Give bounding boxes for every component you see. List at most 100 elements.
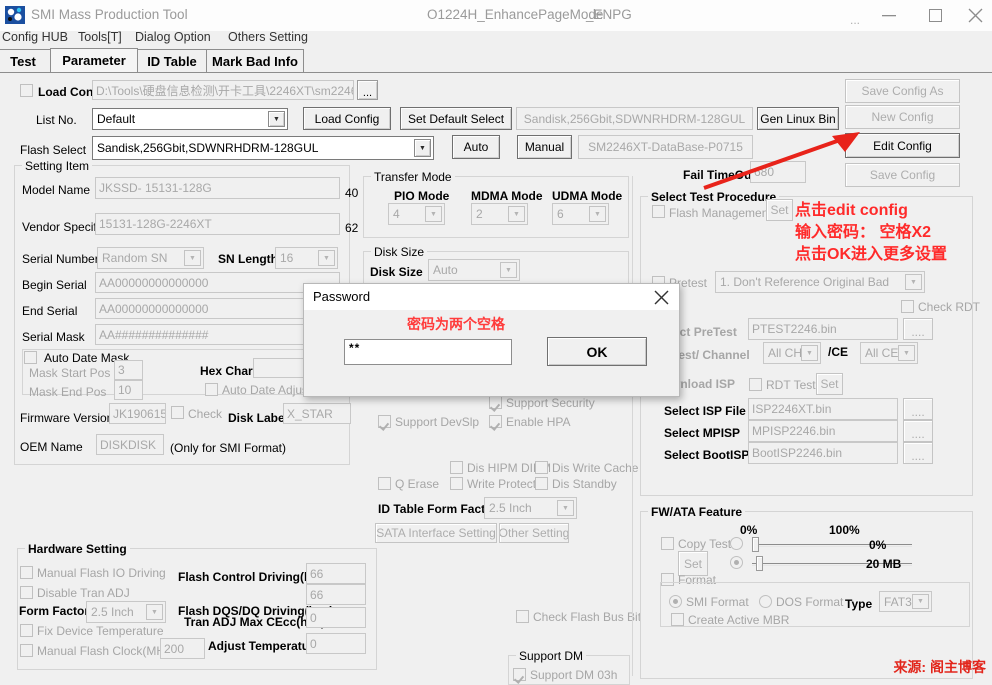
dis-hipm-dipm-checkbox[interactable] — [450, 461, 463, 474]
set-default-select-button[interactable]: Set Default Select — [400, 107, 512, 130]
tran-adj-max-cecc-field[interactable]: 0 — [306, 607, 366, 628]
tab-id-table[interactable]: ID Table — [137, 49, 207, 72]
oem-name-field[interactable]: DISKDISK — [96, 434, 164, 455]
chevron-down-icon[interactable]: ▼ — [801, 345, 818, 361]
disable-tran-adj-checkbox[interactable] — [20, 586, 33, 599]
percent-slider-thumb[interactable] — [752, 537, 759, 552]
copy-test-checkbox[interactable] — [661, 537, 674, 550]
support-security-checkbox[interactable] — [489, 396, 502, 409]
write-protect-checkbox[interactable] — [450, 477, 463, 490]
password-dialog-close-icon[interactable] — [643, 284, 679, 310]
other-setting-button[interactable]: Other Setting — [499, 523, 569, 543]
dos-format-radio[interactable] — [759, 595, 772, 608]
q-erase-checkbox[interactable] — [378, 477, 391, 490]
smi-format-radio[interactable] — [669, 595, 682, 608]
pio-mode-select[interactable]: 4 ▼ — [388, 203, 445, 225]
menu-item-config-hub[interactable]: Config HUB — [2, 30, 68, 44]
select-bootisp-field[interactable]: BootISP2246.bin — [748, 442, 898, 464]
check-rdt-checkbox[interactable] — [901, 300, 914, 313]
support-devslp-checkbox[interactable] — [378, 415, 391, 428]
firmware-check-checkbox[interactable] — [171, 406, 184, 419]
manual-flash-io-driving-checkbox[interactable] — [20, 566, 33, 579]
chevron-down-icon[interactable]: ▼ — [146, 604, 163, 620]
support-dm-03h-checkbox[interactable] — [513, 668, 526, 681]
browse-config-button[interactable]: ... — [357, 80, 378, 100]
select-mpisp-browse-button[interactable]: .... — [903, 420, 933, 442]
menu-item-others-setting[interactable]: Others Setting — [228, 30, 308, 44]
maximize-button[interactable] — [912, 0, 958, 31]
manual-flash-clock-checkbox[interactable] — [20, 644, 33, 657]
check-flash-bus-bit-checkbox[interactable] — [516, 610, 529, 623]
list-no-select[interactable]: Default ▼ — [92, 108, 288, 130]
udma-mode-select[interactable]: 6 ▼ — [552, 203, 609, 225]
sata-interface-setting-button[interactable]: SATA Interface Setting — [375, 523, 497, 543]
select-pretest-browse-button[interactable]: .... — [903, 318, 933, 340]
rdt-test-checkbox[interactable] — [749, 378, 762, 391]
flash-management-checkbox[interactable] — [652, 205, 665, 218]
chevron-down-icon[interactable]: ▼ — [912, 594, 929, 609]
chevron-down-icon[interactable]: ▼ — [589, 206, 606, 222]
copy-test-radio-mb[interactable] — [730, 556, 743, 569]
chevron-down-icon[interactable]: ▼ — [557, 500, 574, 516]
gen-linux-bin-button[interactable]: Gen Linux Bin — [757, 107, 839, 130]
rdt-set-button[interactable]: Set — [816, 373, 843, 395]
load-config-button[interactable]: Load Config — [303, 107, 391, 130]
fix-device-temperature-checkbox[interactable] — [20, 624, 33, 637]
chevron-down-icon[interactable]: ▼ — [898, 345, 915, 361]
percent-slider-track[interactable] — [752, 544, 912, 547]
load-config-as-checkbox[interactable] — [20, 84, 33, 97]
firmware-version-field[interactable]: JK190615 — [109, 403, 166, 424]
tab-parameter[interactable]: Parameter — [50, 48, 138, 73]
vendor-specific-field[interactable]: 15131-128G-2246XT — [95, 213, 340, 235]
select-mpisp-field[interactable]: MPISP2246.bin — [748, 420, 898, 442]
mask-start-pos-field[interactable]: 3 — [114, 360, 143, 380]
manual-flash-clock-field[interactable]: 200 — [160, 638, 205, 659]
create-active-mbr-checkbox[interactable] — [671, 613, 684, 626]
new-config-button[interactable]: New Config — [845, 105, 960, 129]
menu-item-dialog-option[interactable]: Dialog Option — [135, 30, 211, 44]
dis-write-cache-checkbox[interactable] — [535, 461, 548, 474]
config-path-field[interactable]: D:\Tools\硬盘信息检测\开卡工具\2246XT\sm2246X — [92, 80, 354, 100]
chevron-down-icon[interactable]: ▼ — [425, 206, 442, 222]
chevron-down-icon[interactable]: ▼ — [905, 274, 922, 290]
chevron-down-icon[interactable]: ▼ — [268, 111, 285, 127]
copy-test-radio-percent[interactable] — [730, 537, 743, 550]
select-isp-file-field[interactable]: ISP2246XT.bin — [748, 398, 898, 420]
password-input[interactable]: ** — [344, 339, 512, 365]
select-isp-file-browse-button[interactable]: .... — [903, 398, 933, 420]
adjust-temperature-field[interactable]: 0 — [306, 633, 366, 654]
save-config-as-button[interactable]: Save Config As — [845, 79, 960, 103]
pretest-option-select[interactable]: 1. Don't Reference Original Bad ▼ — [715, 271, 925, 293]
dis-standby-checkbox[interactable] — [535, 477, 548, 490]
flash-dqs-dq-driving-field[interactable]: 66 — [306, 584, 366, 605]
minimize-button[interactable] — [866, 0, 912, 31]
disk-size-select[interactable]: Auto ▼ — [428, 259, 520, 281]
pretest-channel-select[interactable]: All CH ▼ — [763, 342, 821, 364]
auto-date-mask-checkbox[interactable] — [24, 351, 37, 364]
auto-date-adjust-checkbox[interactable] — [205, 383, 218, 396]
auto-button[interactable]: Auto — [452, 135, 500, 159]
serial-number-select[interactable]: Random SN ▼ — [97, 247, 204, 269]
flash-management-set-button[interactable]: Set — [766, 199, 793, 221]
chevron-down-icon[interactable]: ▼ — [318, 250, 335, 266]
tab-test[interactable]: Test — [0, 49, 52, 72]
format-type-select[interactable]: FAT32 ▼ — [879, 591, 932, 612]
mask-end-pos-field[interactable]: 10 — [114, 380, 143, 400]
chevron-down-icon[interactable]: ▼ — [414, 139, 431, 157]
chevron-down-icon[interactable]: ▼ — [184, 250, 201, 266]
mdma-mode-select[interactable]: 2 ▼ — [471, 203, 528, 225]
select-bootisp-browse-button[interactable]: .... — [903, 442, 933, 464]
sn-length-select[interactable]: 16 ▼ — [275, 247, 338, 269]
flash-select-combo[interactable]: Sandisk,256Gbit,SDWNRHDRM-128GUL ▼ — [92, 136, 434, 160]
chevron-down-icon[interactable]: ▼ — [508, 206, 525, 222]
manual-button[interactable]: Manual — [517, 135, 572, 159]
disk-label-field[interactable]: X_STAR — [283, 403, 351, 424]
form-factor-select[interactable]: 2.5 Inch ▼ — [86, 601, 166, 623]
chevron-down-icon[interactable]: ▼ — [500, 262, 517, 278]
flash-control-driving-field[interactable]: 66 — [306, 563, 366, 584]
password-ok-button[interactable]: OK — [547, 337, 647, 366]
enable-hpa-checkbox[interactable] — [489, 415, 502, 428]
model-name-field[interactable]: JKSSD- 15131-128G — [95, 177, 340, 199]
ce-select[interactable]: All CE ▼ — [860, 342, 918, 364]
close-button[interactable] — [958, 0, 992, 31]
